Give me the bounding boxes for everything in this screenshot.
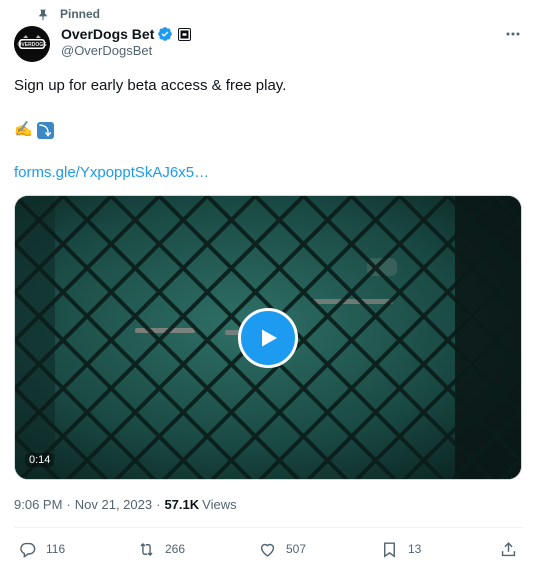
svg-text:OVERDOGS: OVERDOGS [18,42,48,48]
writing-hand-emoji: ✍️ [14,121,33,138]
play-icon [262,329,277,347]
divider [14,527,523,528]
views-label: Views [202,497,237,512]
more-options-button[interactable] [503,24,523,44]
repost-icon [140,542,153,556]
share-button[interactable] [499,538,518,560]
play-button[interactable] [238,308,298,368]
repost-button[interactable]: 266 [137,538,185,560]
bookmark-button[interactable]: 13 [380,538,421,560]
emoji-line: ✍️ ⤵ [14,120,54,140]
meta-separator: · [66,497,71,512]
display-name[interactable]: OverDogs Bet [61,26,154,42]
share-icon [501,541,516,556]
tweet-link[interactable]: forms.gle/YxpopptSkAJ6x5… [14,163,209,183]
reply-count: 116 [46,542,66,556]
author-handle[interactable]: @OverDogsBet [61,43,152,58]
reply-icon [20,542,36,558]
bookmark-icon [384,541,395,558]
pinned-label: Pinned [60,7,101,21]
overdogs-logo: OVERDOGS [14,26,50,62]
tweet-date[interactable]: Nov 21, 2023 [75,497,152,512]
meta-separator-2: · [156,497,161,512]
tweet-time[interactable]: 9:06 PM [14,497,62,512]
views-count: 57.1K [164,497,200,512]
verified-badge-icon[interactable] [157,26,173,42]
repost-count: 266 [165,542,186,556]
avatar[interactable]: OVERDOGS [14,26,50,62]
video-duration: 0:14 [25,453,55,467]
reply-button[interactable]: 116 [18,538,65,560]
arrow-down-emoji: ⤵ [36,121,54,139]
tweet-meta: 9:06 PM · Nov 21, 2023 · 57.1K Views [14,497,237,512]
video-player[interactable]: 0:14 [14,195,522,480]
tweet-text: Sign up for early beta access & free pla… [14,77,287,94]
like-count: 507 [286,542,307,556]
pinned-indicator: Pinned [36,6,100,22]
like-button[interactable]: 507 [258,538,306,560]
affiliate-badge-icon[interactable] [178,27,192,41]
bookmark-count: 13 [408,542,422,556]
heart-icon [260,543,275,557]
more-dots-icon [506,32,520,36]
author-name-row: OverDogs Bet [61,25,192,43]
pin-icon [39,9,47,21]
